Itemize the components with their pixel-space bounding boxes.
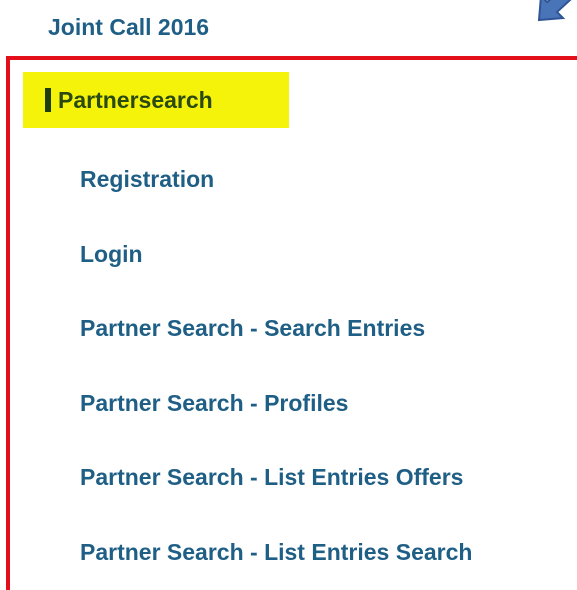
- sub-navigation-list: Registration Login Partner Search - Sear…: [80, 155, 472, 590]
- nav-item-registration[interactable]: Registration: [80, 166, 214, 192]
- nav-item-list-entries-offers[interactable]: Partner Search - List Entries Offers: [80, 464, 463, 490]
- nav-item-search-entries[interactable]: Partner Search - Search Entries: [80, 315, 425, 341]
- list-item: Partner Search - List Entries Offers: [80, 453, 472, 528]
- nav-item-profiles[interactable]: Partner Search - Profiles: [80, 390, 348, 416]
- nav-item-partnersearch-active[interactable]: Partnersearch: [23, 72, 289, 128]
- list-item: Registration: [80, 155, 472, 230]
- nav-item-label: Partnersearch: [58, 86, 213, 113]
- list-item: Partner Search - Profiles: [80, 379, 472, 454]
- nav-item-login[interactable]: Login: [80, 241, 143, 267]
- arrow-down-left-icon: [537, 0, 572, 22]
- active-bar-marker: [45, 88, 51, 112]
- nav-item-list-entries-search[interactable]: Partner Search - List Entries Search: [80, 539, 472, 565]
- list-item: Partner Search - List Entries Search: [80, 528, 472, 590]
- list-item: Login: [80, 230, 472, 305]
- navigation-screenshot: Joint Call 2016 Partnersearch Registrati…: [0, 0, 577, 590]
- list-item: Partner Search - Search Entries: [80, 304, 472, 379]
- nav-item-joint-call-2016[interactable]: Joint Call 2016: [48, 14, 209, 41]
